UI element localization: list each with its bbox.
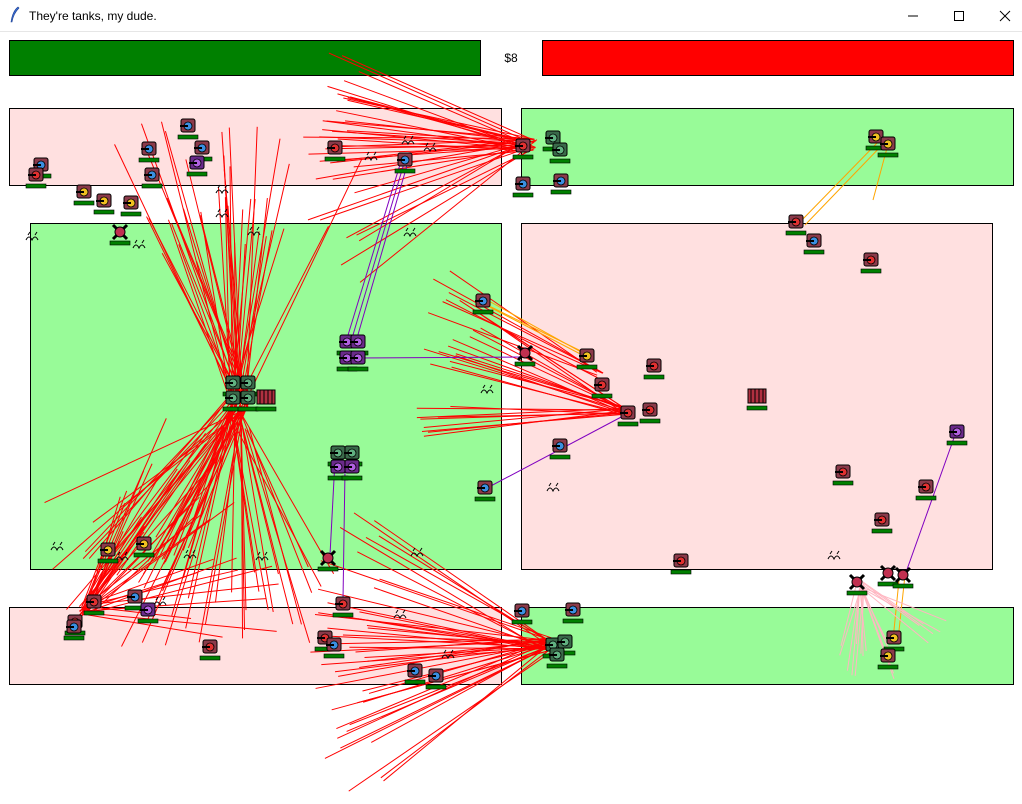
blue-tank[interactable]: [472, 293, 494, 315]
red-tank[interactable]: [25, 167, 47, 189]
red-tank[interactable]: [639, 402, 661, 424]
yellow-tank[interactable]: [883, 630, 905, 652]
minimize-icon: [908, 15, 918, 17]
red-tank[interactable]: [591, 377, 613, 399]
blue-tank[interactable]: [138, 141, 160, 163]
blue-tank[interactable]: [562, 602, 584, 624]
maximize-icon: [954, 11, 964, 21]
blue-tank[interactable]: [63, 619, 85, 641]
red-tank[interactable]: [199, 639, 221, 661]
green-tank[interactable]: [546, 647, 568, 669]
game-board[interactable]: $8: [0, 32, 1022, 804]
red-tank[interactable]: [871, 512, 893, 534]
battlefield[interactable]: [0, 32, 1022, 804]
red-tank[interactable]: [617, 405, 639, 427]
purple-tank[interactable]: [137, 602, 159, 624]
close-button[interactable]: [982, 0, 1022, 31]
red-tank[interactable]: [324, 140, 346, 162]
minimize-button[interactable]: [890, 0, 936, 31]
blue-tank[interactable]: [803, 233, 825, 255]
green-tank[interactable]: [549, 142, 571, 164]
yellow-tank[interactable]: [73, 184, 95, 206]
purple-tank[interactable]: [186, 155, 208, 177]
blue-tank[interactable]: [474, 480, 496, 502]
red-tank[interactable]: [83, 594, 105, 616]
purple-tank[interactable]: [347, 350, 369, 372]
blue-tank[interactable]: [177, 118, 199, 140]
yellow-tank[interactable]: [576, 348, 598, 370]
blue-tank[interactable]: [404, 663, 426, 685]
barracks[interactable]: [746, 388, 768, 411]
feather-icon: [10, 6, 20, 23]
red-tank[interactable]: [832, 464, 854, 486]
blue-tank[interactable]: [425, 668, 447, 690]
window-title: They're tanks, my dude.: [29, 9, 157, 23]
blue-tank[interactable]: [512, 176, 534, 198]
purple-tank[interactable]: [946, 424, 968, 446]
yellow-tank[interactable]: [877, 648, 899, 670]
red-tank[interactable]: [860, 252, 882, 274]
yellow-tank[interactable]: [120, 195, 142, 217]
friendly-zone: [521, 108, 1014, 186]
maximize-button[interactable]: [936, 0, 982, 31]
red-tank[interactable]: [512, 138, 534, 160]
blue-tank[interactable]: [141, 167, 163, 189]
friendly-zone: [521, 607, 1014, 685]
yellow-tank[interactable]: [97, 542, 119, 564]
blue-tank[interactable]: [549, 438, 571, 460]
title-bar: They're tanks, my dude.: [0, 0, 1022, 32]
blue-tank[interactable]: [511, 603, 533, 625]
blue-tank[interactable]: [394, 152, 416, 174]
purple-tank[interactable]: [341, 459, 363, 481]
yellow-tank[interactable]: [93, 193, 115, 215]
red-tank[interactable]: [785, 214, 807, 236]
blue-tank[interactable]: [550, 173, 572, 195]
red-tank[interactable]: [332, 596, 354, 618]
yellow-tank[interactable]: [133, 536, 155, 558]
red-tank[interactable]: [915, 479, 937, 501]
blue-tank[interactable]: [323, 637, 345, 659]
close-icon: [999, 10, 1011, 22]
yellow-tank[interactable]: [877, 136, 899, 158]
barracks[interactable]: [255, 389, 277, 412]
red-tank[interactable]: [643, 358, 665, 380]
spider-mech[interactable]: [892, 566, 914, 589]
red-tank[interactable]: [670, 553, 692, 575]
green-tank[interactable]: [237, 390, 259, 412]
